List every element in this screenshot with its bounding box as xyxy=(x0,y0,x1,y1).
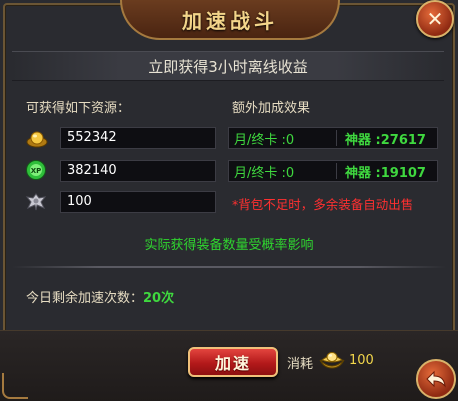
cost-label: 消耗 xyxy=(287,357,314,372)
card-bonus-label: 月/终卡 :0 xyxy=(234,165,295,181)
yuanbao-icon xyxy=(318,348,346,372)
speed-up-button[interactable]: 加速 xyxy=(188,347,278,377)
equipment-value-field: 100 xyxy=(60,191,216,213)
bonus-row-exp: 月/终卡 :0 神器 :19107 xyxy=(228,160,438,182)
back-button[interactable] xyxy=(416,359,456,399)
gold-ingot-icon xyxy=(26,127,48,149)
remaining-label: 今日剩余加速次数： xyxy=(26,291,144,306)
speed-battle-dialog: 加速战斗 ✕ 立即获得3小时离线收益 可获得如下资源： 额外加成效果 55234… xyxy=(0,0,458,401)
close-icon: ✕ xyxy=(426,7,444,31)
artifact-bonus-label: 神器 :19107 xyxy=(345,165,426,181)
gold-value-field: 552342 xyxy=(60,127,216,149)
bag-full-warning: *背包不足时，多余装备自动出售 xyxy=(232,197,414,212)
bonus-row-gold: 月/终卡 :0 神器 :27617 xyxy=(228,127,438,149)
bonus-header: 额外加成效果 xyxy=(232,101,311,116)
close-button[interactable]: ✕ xyxy=(416,0,454,38)
divider xyxy=(12,266,446,268)
resources-header: 可获得如下资源： xyxy=(26,101,131,116)
bonus-separator xyxy=(336,130,337,146)
remaining-count: 今日剩余加速次数：20次 xyxy=(26,287,174,306)
remaining-value: 20次 xyxy=(143,291,175,306)
back-arrow-icon xyxy=(426,370,446,388)
cost-value: 100 xyxy=(349,353,374,368)
offline-income-banner: 立即获得3小时离线收益 xyxy=(12,51,444,81)
dialog-title: 加速战斗 xyxy=(182,8,278,33)
bonus-separator xyxy=(336,163,337,179)
offline-income-text: 立即获得3小时离线收益 xyxy=(148,57,308,76)
speed-up-label: 加速 xyxy=(214,354,251,373)
exp-orb-icon: XP xyxy=(25,159,47,181)
probability-note: 实际获得装备数量受概率影响 xyxy=(144,238,314,253)
title-banner: 加速战斗 xyxy=(120,0,340,40)
equipment-icon xyxy=(25,191,47,213)
exp-value-field: 382140 xyxy=(60,160,216,182)
svg-text:XP: XP xyxy=(31,167,42,175)
card-bonus-label: 月/终卡 :0 xyxy=(234,132,295,148)
corner-ornament xyxy=(2,373,28,399)
artifact-bonus-label: 神器 :27617 xyxy=(345,132,426,148)
